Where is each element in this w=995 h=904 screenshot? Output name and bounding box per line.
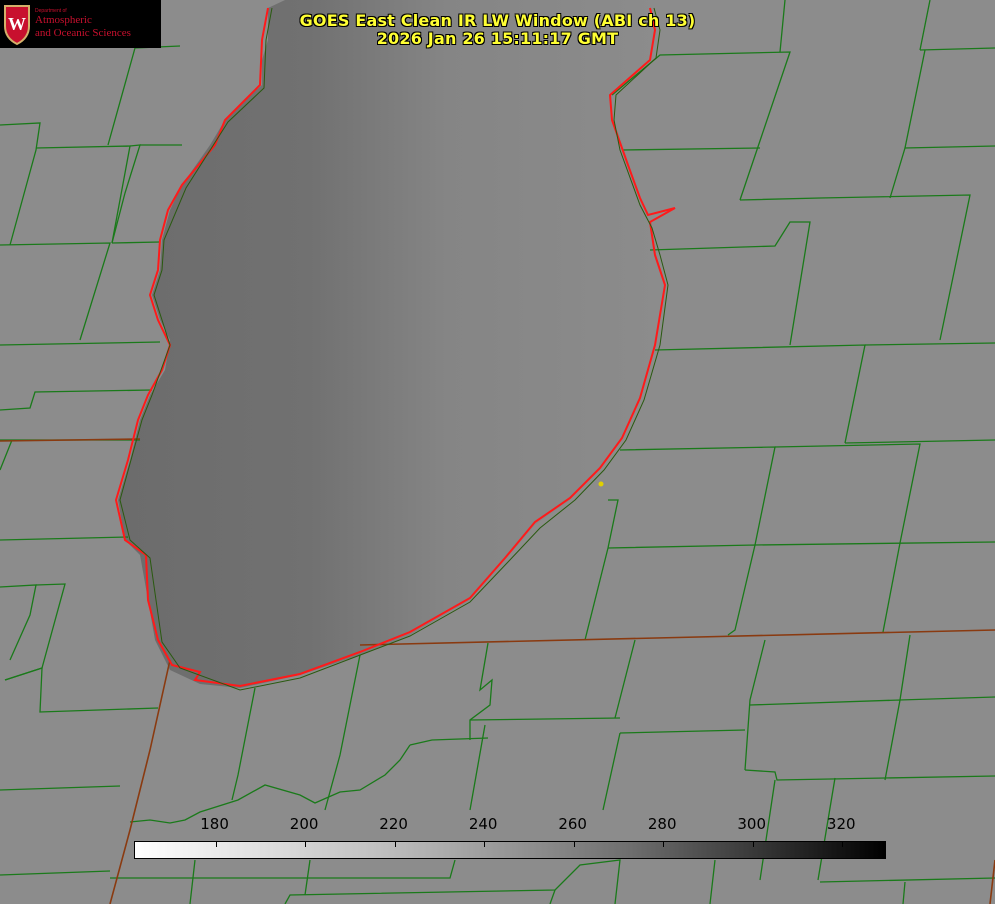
temperature-colorbar [134, 841, 886, 859]
satellite-map [0, 0, 995, 904]
colorbar-tick-mark [215, 842, 217, 847]
colorbar-tick-mark [394, 842, 396, 847]
colorbar-tick-label: 220 [379, 815, 408, 833]
colorbar-tick-mark [573, 842, 575, 847]
colorbar-tick-label: 280 [647, 815, 677, 833]
colorbar-tick-label: 200 [289, 815, 319, 833]
image-timestamp: 2026 Jan 26 15:11:17 GMT [376, 29, 619, 48]
location-marker [598, 481, 604, 487]
colorbar-tick-mark [752, 842, 754, 847]
image-title: GOES East Clean IR LW Window (ABI ch 13) [299, 11, 696, 30]
colorbar-tick-label: 300 [737, 815, 767, 833]
colorbar-tick-mark [305, 842, 307, 847]
colorbar-tick-mark [842, 842, 844, 847]
colorbar-tick-mark [484, 842, 486, 847]
colorbar-tick-label: 260 [558, 815, 587, 833]
colorbar-tick-label: 320 [826, 815, 856, 833]
colorbar-tick-mark [663, 842, 665, 847]
colorbar-tick-label: 240 [468, 815, 498, 833]
colorbar-tick-label: 180 [200, 815, 229, 833]
